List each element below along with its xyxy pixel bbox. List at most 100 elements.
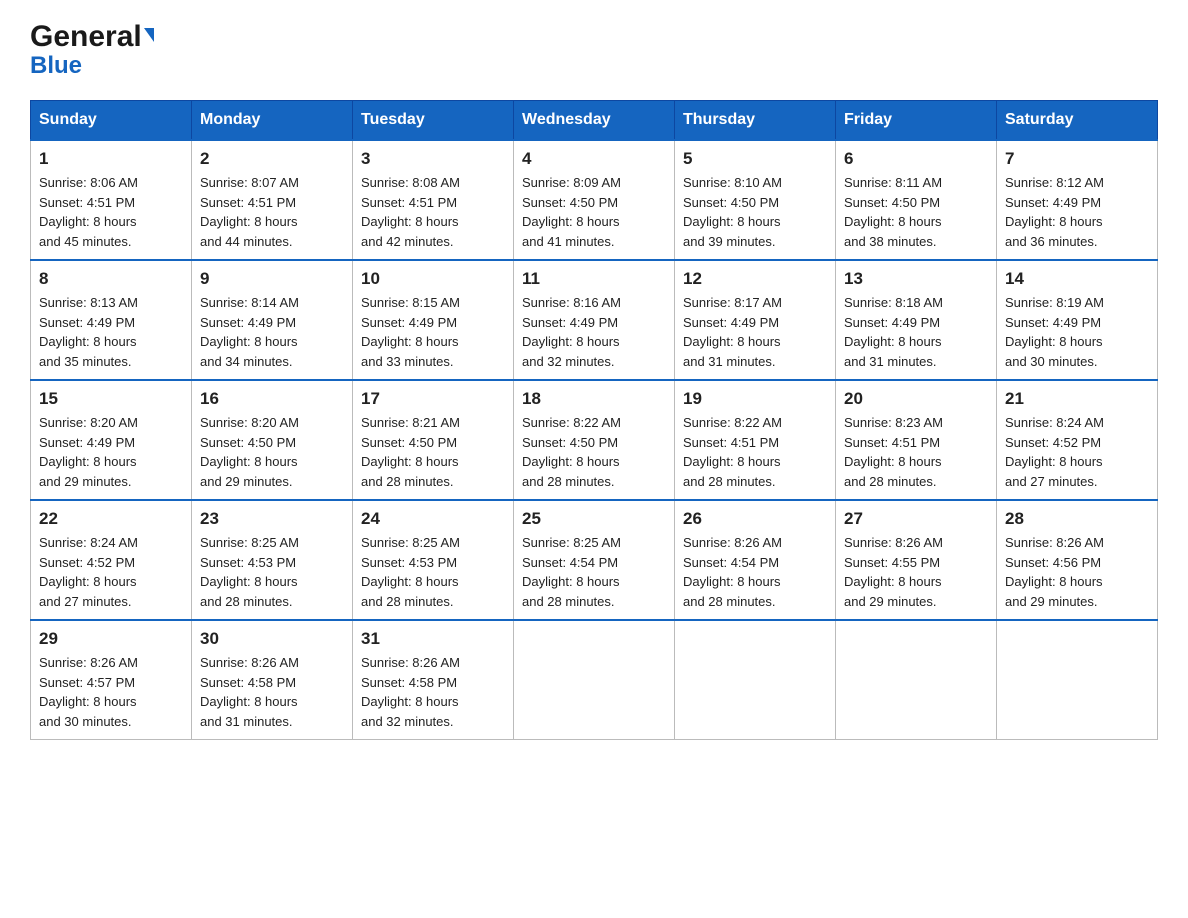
header-cell-wednesday: Wednesday — [514, 101, 675, 141]
header-cell-monday: Monday — [192, 101, 353, 141]
day-cell — [514, 620, 675, 740]
day-number: 19 — [683, 389, 827, 409]
day-number: 7 — [1005, 149, 1149, 169]
day-cell: 7 Sunrise: 8:12 AMSunset: 4:49 PMDaylight… — [997, 140, 1158, 260]
calendar-table: SundayMondayTuesdayWednesdayThursdayFrid… — [30, 100, 1158, 740]
day-info: Sunrise: 8:12 AMSunset: 4:49 PMDaylight:… — [1005, 173, 1149, 251]
day-cell: 12 Sunrise: 8:17 AMSunset: 4:49 PMDayligh… — [675, 260, 836, 380]
day-cell: 13 Sunrise: 8:18 AMSunset: 4:49 PMDayligh… — [836, 260, 997, 380]
day-number: 20 — [844, 389, 988, 409]
day-cell: 9 Sunrise: 8:14 AMSunset: 4:49 PMDaylight… — [192, 260, 353, 380]
day-number: 18 — [522, 389, 666, 409]
day-cell: 24 Sunrise: 8:25 AMSunset: 4:53 PMDayligh… — [353, 500, 514, 620]
day-info: Sunrise: 8:09 AMSunset: 4:50 PMDaylight:… — [522, 173, 666, 251]
page-header: General Blue — [30, 20, 1158, 80]
day-number: 28 — [1005, 509, 1149, 529]
week-row-5: 29 Sunrise: 8:26 AMSunset: 4:57 PMDayligh… — [31, 620, 1158, 740]
day-info: Sunrise: 8:22 AMSunset: 4:50 PMDaylight:… — [522, 413, 666, 491]
day-info: Sunrise: 8:17 AMSunset: 4:49 PMDaylight:… — [683, 293, 827, 371]
day-number: 9 — [200, 269, 344, 289]
header-row: SundayMondayTuesdayWednesdayThursdayFrid… — [31, 101, 1158, 141]
day-info: Sunrise: 8:08 AMSunset: 4:51 PMDaylight:… — [361, 173, 505, 251]
day-cell: 2 Sunrise: 8:07 AMSunset: 4:51 PMDaylight… — [192, 140, 353, 260]
day-number: 25 — [522, 509, 666, 529]
day-number: 5 — [683, 149, 827, 169]
day-cell: 10 Sunrise: 8:15 AMSunset: 4:49 PMDayligh… — [353, 260, 514, 380]
day-cell: 21Sunrise: 8:24 AMSunset: 4:52 PMDayligh… — [997, 380, 1158, 500]
header-cell-thursday: Thursday — [675, 101, 836, 141]
day-number: 10 — [361, 269, 505, 289]
day-info: Sunrise: 8:23 AMSunset: 4:51 PMDaylight:… — [844, 413, 988, 491]
day-info: Sunrise: 8:24 AMSunset: 4:52 PMDaylight:… — [39, 533, 183, 611]
day-number: 12 — [683, 269, 827, 289]
day-info: Sunrise: 8:26 AMSunset: 4:58 PMDaylight:… — [200, 653, 344, 731]
day-info: Sunrise: 8:25 AMSunset: 4:54 PMDaylight:… — [522, 533, 666, 611]
day-number: 3 — [361, 149, 505, 169]
day-number: 26 — [683, 509, 827, 529]
day-cell: 16Sunrise: 8:20 AMSunset: 4:50 PMDayligh… — [192, 380, 353, 500]
day-cell: 30 Sunrise: 8:26 AMSunset: 4:58 PMDayligh… — [192, 620, 353, 740]
calendar-body: 1Sunrise: 8:06 AMSunset: 4:51 PMDaylight… — [31, 140, 1158, 740]
header-cell-saturday: Saturday — [997, 101, 1158, 141]
day-info: Sunrise: 8:19 AMSunset: 4:49 PMDaylight:… — [1005, 293, 1149, 371]
week-row-4: 22Sunrise: 8:24 AMSunset: 4:52 PMDayligh… — [31, 500, 1158, 620]
day-info: Sunrise: 8:14 AMSunset: 4:49 PMDaylight:… — [200, 293, 344, 371]
day-info: Sunrise: 8:11 AMSunset: 4:50 PMDaylight:… — [844, 173, 988, 251]
day-number: 6 — [844, 149, 988, 169]
day-info: Sunrise: 8:26 AMSunset: 4:57 PMDaylight:… — [39, 653, 183, 731]
day-info: Sunrise: 8:26 AMSunset: 4:58 PMDaylight:… — [361, 653, 505, 731]
day-cell: 5Sunrise: 8:10 AMSunset: 4:50 PMDaylight… — [675, 140, 836, 260]
day-cell: 27 Sunrise: 8:26 AMSunset: 4:55 PMDayligh… — [836, 500, 997, 620]
day-info: Sunrise: 8:15 AMSunset: 4:49 PMDaylight:… — [361, 293, 505, 371]
day-number: 4 — [522, 149, 666, 169]
header-cell-friday: Friday — [836, 101, 997, 141]
day-cell: 1Sunrise: 8:06 AMSunset: 4:51 PMDaylight… — [31, 140, 192, 260]
week-row-1: 1Sunrise: 8:06 AMSunset: 4:51 PMDaylight… — [31, 140, 1158, 260]
header-cell-sunday: Sunday — [31, 101, 192, 141]
day-number: 30 — [200, 629, 344, 649]
day-cell: 31Sunrise: 8:26 AMSunset: 4:58 PMDayligh… — [353, 620, 514, 740]
day-info: Sunrise: 8:25 AMSunset: 4:53 PMDaylight:… — [200, 533, 344, 611]
day-info: Sunrise: 8:26 AMSunset: 4:54 PMDaylight:… — [683, 533, 827, 611]
day-info: Sunrise: 8:20 AMSunset: 4:49 PMDaylight:… — [39, 413, 183, 491]
day-info: Sunrise: 8:13 AMSunset: 4:49 PMDaylight:… — [39, 293, 183, 371]
day-number: 1 — [39, 149, 183, 169]
day-cell: 18 Sunrise: 8:22 AMSunset: 4:50 PMDayligh… — [514, 380, 675, 500]
day-cell: 14 Sunrise: 8:19 AMSunset: 4:49 PMDayligh… — [997, 260, 1158, 380]
header-cell-tuesday: Tuesday — [353, 101, 514, 141]
day-cell: 11 Sunrise: 8:16 AMSunset: 4:49 PMDayligh… — [514, 260, 675, 380]
day-number: 24 — [361, 509, 505, 529]
day-info: Sunrise: 8:16 AMSunset: 4:49 PMDaylight:… — [522, 293, 666, 371]
day-cell: 22Sunrise: 8:24 AMSunset: 4:52 PMDayligh… — [31, 500, 192, 620]
day-info: Sunrise: 8:26 AMSunset: 4:56 PMDaylight:… — [1005, 533, 1149, 611]
day-cell — [836, 620, 997, 740]
day-cell: 25 Sunrise: 8:25 AMSunset: 4:54 PMDayligh… — [514, 500, 675, 620]
day-cell: 28 Sunrise: 8:26 AMSunset: 4:56 PMDayligh… — [997, 500, 1158, 620]
day-info: Sunrise: 8:25 AMSunset: 4:53 PMDaylight:… — [361, 533, 505, 611]
day-number: 13 — [844, 269, 988, 289]
day-number: 2 — [200, 149, 344, 169]
logo-general-text: General — [30, 20, 154, 54]
day-cell — [675, 620, 836, 740]
day-cell: 26 Sunrise: 8:26 AMSunset: 4:54 PMDayligh… — [675, 500, 836, 620]
day-info: Sunrise: 8:26 AMSunset: 4:55 PMDaylight:… — [844, 533, 988, 611]
day-number: 11 — [522, 269, 666, 289]
week-row-2: 8Sunrise: 8:13 AMSunset: 4:49 PMDaylight… — [31, 260, 1158, 380]
day-cell: 23 Sunrise: 8:25 AMSunset: 4:53 PMDayligh… — [192, 500, 353, 620]
day-number: 14 — [1005, 269, 1149, 289]
day-cell: 17Sunrise: 8:21 AMSunset: 4:50 PMDayligh… — [353, 380, 514, 500]
calendar-header: SundayMondayTuesdayWednesdayThursdayFrid… — [31, 101, 1158, 141]
day-cell — [997, 620, 1158, 740]
day-number: 29 — [39, 629, 183, 649]
day-info: Sunrise: 8:18 AMSunset: 4:49 PMDaylight:… — [844, 293, 988, 371]
day-info: Sunrise: 8:07 AMSunset: 4:51 PMDaylight:… — [200, 173, 344, 251]
logo-general-word: General — [30, 20, 142, 54]
day-number: 27 — [844, 509, 988, 529]
logo-triangle-icon — [144, 28, 154, 42]
day-cell: 4 Sunrise: 8:09 AMSunset: 4:50 PMDaylight… — [514, 140, 675, 260]
day-cell: 29 Sunrise: 8:26 AMSunset: 4:57 PMDayligh… — [31, 620, 192, 740]
day-number: 21 — [1005, 389, 1149, 409]
day-info: Sunrise: 8:21 AMSunset: 4:50 PMDaylight:… — [361, 413, 505, 491]
day-info: Sunrise: 8:20 AMSunset: 4:50 PMDaylight:… — [200, 413, 344, 491]
day-number: 23 — [200, 509, 344, 529]
